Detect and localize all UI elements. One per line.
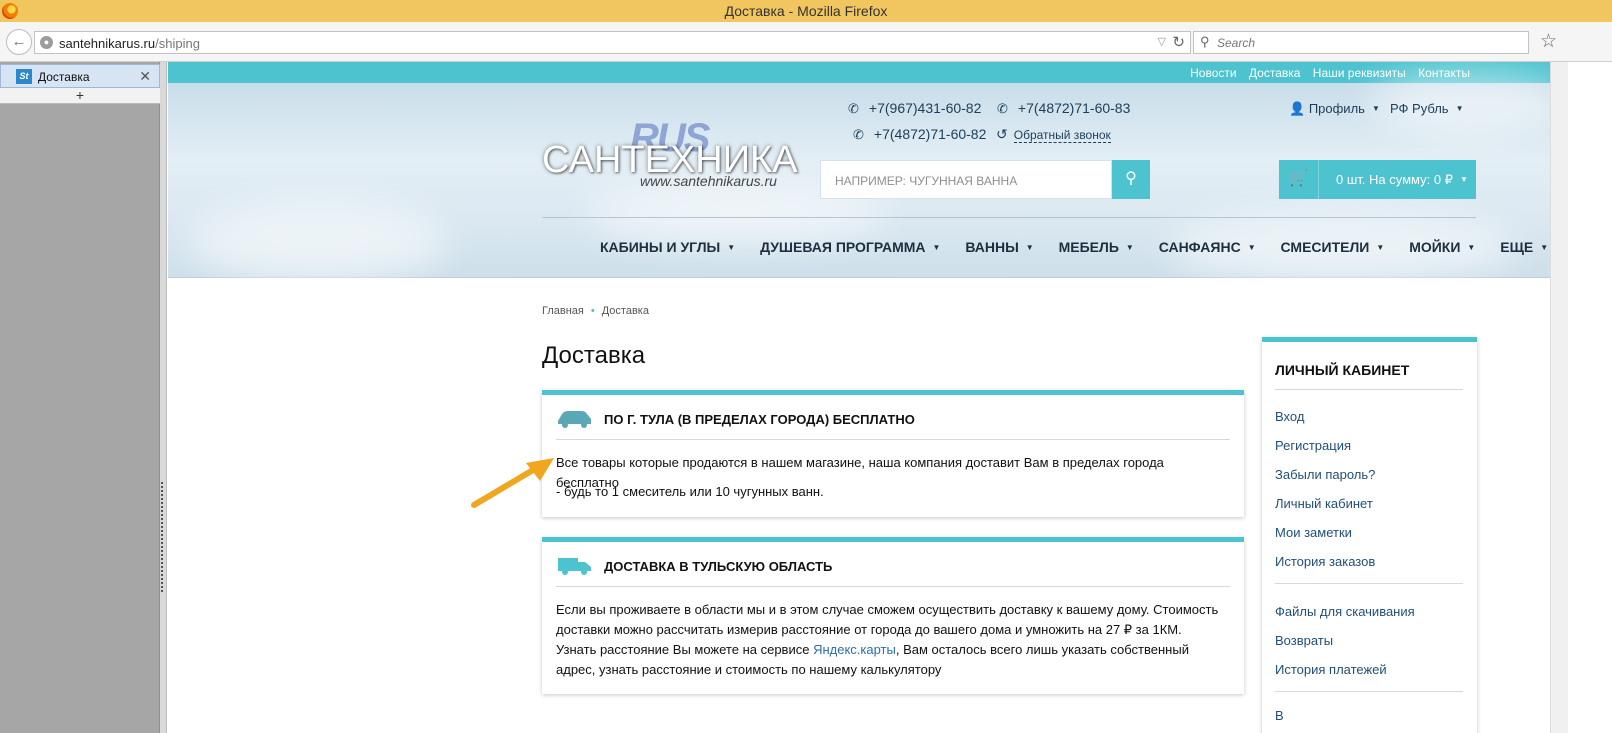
currency-select[interactable]: РФ Рубль ▼ [1390, 101, 1463, 116]
phone-icon: ✆ [997, 101, 1008, 116]
sidebar-tab-label: Доставка [38, 70, 90, 84]
nav-furniture[interactable]: МЕБЕЛЬ ▼ [1059, 239, 1134, 255]
card-divider [556, 439, 1230, 440]
callback-link[interactable]: ↺ Обратный звонок [996, 126, 1111, 143]
account-panel: ЛИЧНЫЙ КАБИНЕТ Вход Регистрация Забыли п… [1262, 337, 1477, 733]
sidebar-splitter[interactable] [160, 62, 167, 733]
nav-cabins[interactable]: КАБИНЫ И УГЛЫ ▼ [600, 239, 735, 255]
account-downloads-link[interactable]: Файлы для скачивания [1275, 604, 1415, 619]
tab-sidebar: St Доставка ✕ + [0, 62, 160, 733]
window-titlebar: Доставка - Mozilla Firefox [0, 0, 1612, 22]
panel-divider [1275, 389, 1463, 390]
browser-search-placeholder: Search [1217, 36, 1256, 50]
yandex-maps-link[interactable]: Яндекс.карты [813, 642, 896, 657]
chevron-down-icon: ▼ [1455, 104, 1464, 113]
site-header: RUS САНТЕХНИКА www.santehnikarus.ru ✆ +7(… [168, 73, 1550, 283]
breadcrumb-separator: • [590, 305, 595, 317]
web-page: Новости Доставка Наши реквизиты Контакты… [168, 62, 1550, 733]
breadcrumb: Главная • Доставка [542, 305, 649, 317]
account-partial-link[interactable]: В [1275, 708, 1284, 723]
car-icon [558, 411, 591, 428]
site-favicon-icon: St [16, 69, 32, 84]
nav-baths[interactable]: ВАННЫ ▼ [965, 239, 1033, 255]
card-heading: ПО Г. ТУЛА (В ПРЕДЕЛАХ ГОРОДА) БЕСПЛАТНО [604, 412, 915, 427]
main-navigation: КАБИНЫ И УГЛЫ ▼ ДУШЕВАЯ ПРОГРАММА ▼ ВАННЫ ▼… [600, 239, 1550, 255]
user-icon: 👤 [1289, 101, 1306, 116]
site-search-input[interactable]: НАПРИМЕР: ЧУГУННАЯ ВАННА [820, 160, 1112, 199]
card-paragraph-2: Узнать расстояние Вы можете на сервисе Я… [556, 642, 1189, 677]
panel-divider [1275, 691, 1463, 692]
chevron-down-icon: ▼ [1459, 175, 1468, 184]
back-button[interactable]: ← [6, 29, 32, 55]
account-cabinet-link[interactable]: Личный кабинет [1275, 496, 1373, 511]
nav-more[interactable]: ЕЩЕ ▼ [1500, 239, 1548, 255]
close-tab-icon[interactable]: ✕ [139, 68, 151, 85]
search-button[interactable]: ⚲ [1112, 160, 1150, 199]
bookmark-star-icon[interactable]: ☆ [1540, 30, 1557, 53]
search-icon: ⚲ [1200, 34, 1210, 49]
chevron-down-icon: ▼ [1371, 104, 1380, 113]
delivery-card-city: ПО Г. ТУЛА (В ПРЕДЕЛАХ ГОРОДА) БЕСПЛАТНО… [542, 390, 1244, 517]
url-text[interactable]: santehnikarus.ru/shiping [59, 36, 200, 51]
breadcrumb-home[interactable]: Главная [542, 305, 584, 317]
account-returns-link[interactable]: Возвраты [1275, 633, 1333, 648]
top-link-requisites[interactable]: Наши реквизиты [1313, 66, 1406, 80]
top-link-news[interactable]: Новости [1190, 66, 1236, 80]
nav-divider [542, 217, 1476, 218]
site-logo[interactable]: RUS САНТЕХНИКА www.santehnikarus.ru [542, 111, 798, 191]
splitter-grip-icon[interactable] [161, 482, 165, 592]
window-title: Доставка - Mozilla Firefox [724, 3, 888, 19]
account-register-link[interactable]: Регистрация [1275, 438, 1351, 453]
new-tab-button[interactable]: + [0, 88, 160, 104]
page-scrollbar[interactable] [1550, 62, 1568, 733]
url-domain: santehnikarus.ru [59, 36, 156, 51]
account-panel-title: ЛИЧНЫЙ КАБИНЕТ [1275, 362, 1410, 378]
account-notes-link[interactable]: Мои заметки [1275, 525, 1352, 540]
cart-icon: 🛒 [1279, 160, 1319, 199]
card-paragraph-1: Если вы проживаете в области мы и в этом… [556, 602, 1219, 637]
account-payments-link[interactable]: История платежей [1275, 662, 1387, 677]
nav-sinks[interactable]: МОЙКИ ▼ [1409, 239, 1475, 255]
site-search: НАПРИМЕР: ЧУГУННАЯ ВАННА ⚲ [820, 160, 1150, 199]
sidebar-tab-delivery[interactable]: St Доставка ✕ [0, 64, 160, 88]
phone-1[interactable]: ✆ +7(967)431-60-82 [848, 100, 981, 117]
history-dropdown-icon[interactable]: ▽ [1158, 35, 1166, 48]
card-note: - будь то 1 смеситель или 10 чугунных ва… [556, 484, 824, 499]
card-heading: ДОСТАВКА В ТУЛЬСКУЮ ОБЛАСТЬ [604, 559, 833, 574]
nav-mixers[interactable]: СМЕСИТЕЛИ ▼ [1281, 239, 1385, 255]
logo-site: www.santehnikarus.ru [640, 173, 777, 189]
arrow-annotation-icon [471, 458, 554, 508]
nav-sanitary[interactable]: САНФАЯНС ▼ [1159, 239, 1256, 255]
nav-shower[interactable]: ДУШЕВАЯ ПРОГРАММА ▼ [760, 239, 940, 255]
url-path: /shiping [155, 36, 200, 51]
cart-summary: 0 шт. На сумму: 0 ₽ ▼ [1336, 172, 1468, 187]
callback-icon: ↺ [996, 126, 1008, 142]
profile-menu[interactable]: 👤 Профиль ▼ [1289, 101, 1380, 117]
account-login-link[interactable]: Вход [1275, 409, 1304, 424]
address-bar[interactable]: ● santehnikarus.ru/shiping ▽ ↻ [34, 31, 1191, 54]
breadcrumb-current: Доставка [601, 305, 649, 317]
page-title: Доставка [542, 342, 646, 369]
site-identity-icon[interactable]: ● [40, 36, 53, 49]
account-orders-link[interactable]: История заказов [1275, 554, 1375, 569]
site-top-bar: Новости Доставка Наши реквизиты Контакты [168, 62, 1550, 83]
site-search-placeholder: НАПРИМЕР: ЧУГУННАЯ ВАННА [835, 174, 1018, 188]
reload-icon[interactable]: ↻ [1172, 33, 1185, 51]
browser-toolbar: ← ● santehnikarus.ru/shiping ▽ ↻ ⚲ Searc… [0, 22, 1612, 62]
card-paragraph: Если вы проживаете в области мы и в этом… [556, 600, 1230, 680]
phone-3[interactable]: ✆ +7(4872)71-60-82 [853, 126, 986, 143]
top-link-delivery[interactable]: Доставка [1249, 66, 1301, 80]
van-icon [558, 558, 591, 575]
delivery-card-region: ДОСТАВКА В ТУЛЬСКУЮ ОБЛАСТЬ Если вы прож… [542, 537, 1244, 694]
phone-icon: ✆ [848, 101, 859, 116]
account-forgot-password-link[interactable]: Забыли пароль? [1275, 467, 1375, 482]
card-divider [556, 586, 1230, 587]
panel-divider [1275, 583, 1463, 584]
phone-icon: ✆ [853, 127, 864, 142]
browser-search-bar[interactable]: ⚲ Search [1193, 31, 1529, 54]
phone-2[interactable]: ✆ +7(4872)71-60-83 [997, 100, 1130, 117]
cart-button[interactable]: 🛒 0 шт. На сумму: 0 ₽ ▼ [1279, 160, 1476, 199]
search-icon: ⚲ [1125, 170, 1137, 187]
